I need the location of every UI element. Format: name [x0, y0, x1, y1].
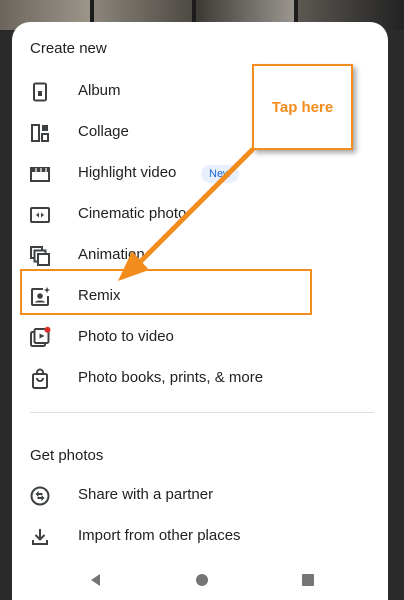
menu-item-cinematic-photo[interactable]: Cinematic photo — [12, 195, 388, 235]
photo-to-video-icon — [30, 326, 51, 347]
system-navigation-bar — [12, 562, 388, 600]
menu-item-label: Photo to video — [78, 328, 174, 345]
menu-item-label: Album — [78, 82, 121, 99]
cinematic-photo-icon — [30, 207, 50, 223]
menu-item-photo-books[interactable]: Photo books, prints, & more — [12, 359, 388, 399]
recents-icon[interactable] — [300, 572, 316, 588]
download-icon — [32, 529, 48, 545]
menu-item-label: Collage — [78, 123, 129, 140]
create-new-heading: Create new — [30, 40, 107, 57]
menu-item-photo-to-video[interactable]: Photo to video — [12, 318, 388, 358]
menu-item-import[interactable]: Import from other places — [12, 517, 388, 557]
back-icon[interactable] — [88, 572, 104, 588]
new-badge: New — [201, 165, 240, 183]
partner-sharing-icon — [30, 486, 50, 506]
get-photos-heading: Get photos — [30, 447, 104, 464]
home-icon[interactable] — [194, 572, 210, 588]
tap-here-callout: Tap here — [252, 64, 353, 150]
remix-highlight-box — [20, 269, 312, 315]
menu-item-label: Cinematic photo — [78, 205, 187, 222]
menu-item-share-with-partner[interactable]: Share with a partner — [12, 476, 388, 516]
collage-icon — [31, 124, 49, 142]
menu-item-label: Highlight video — [78, 164, 177, 181]
notification-dot — [44, 326, 51, 333]
menu-item-label: Import from other places — [78, 527, 241, 544]
menu-item-label: Photo books, prints, & more — [78, 369, 264, 386]
section-divider — [30, 412, 374, 413]
shopping-bag-icon — [32, 368, 48, 389]
menu-item-highlight-video[interactable]: Highlight video New — [12, 154, 388, 194]
album-icon — [33, 82, 47, 102]
animation-icon — [30, 246, 50, 266]
menu-item-label: Animation — [78, 246, 145, 263]
menu-item-label: Share with a partner — [78, 486, 214, 503]
highlight-video-icon — [30, 167, 50, 182]
callout-text: Tap here — [271, 99, 334, 116]
